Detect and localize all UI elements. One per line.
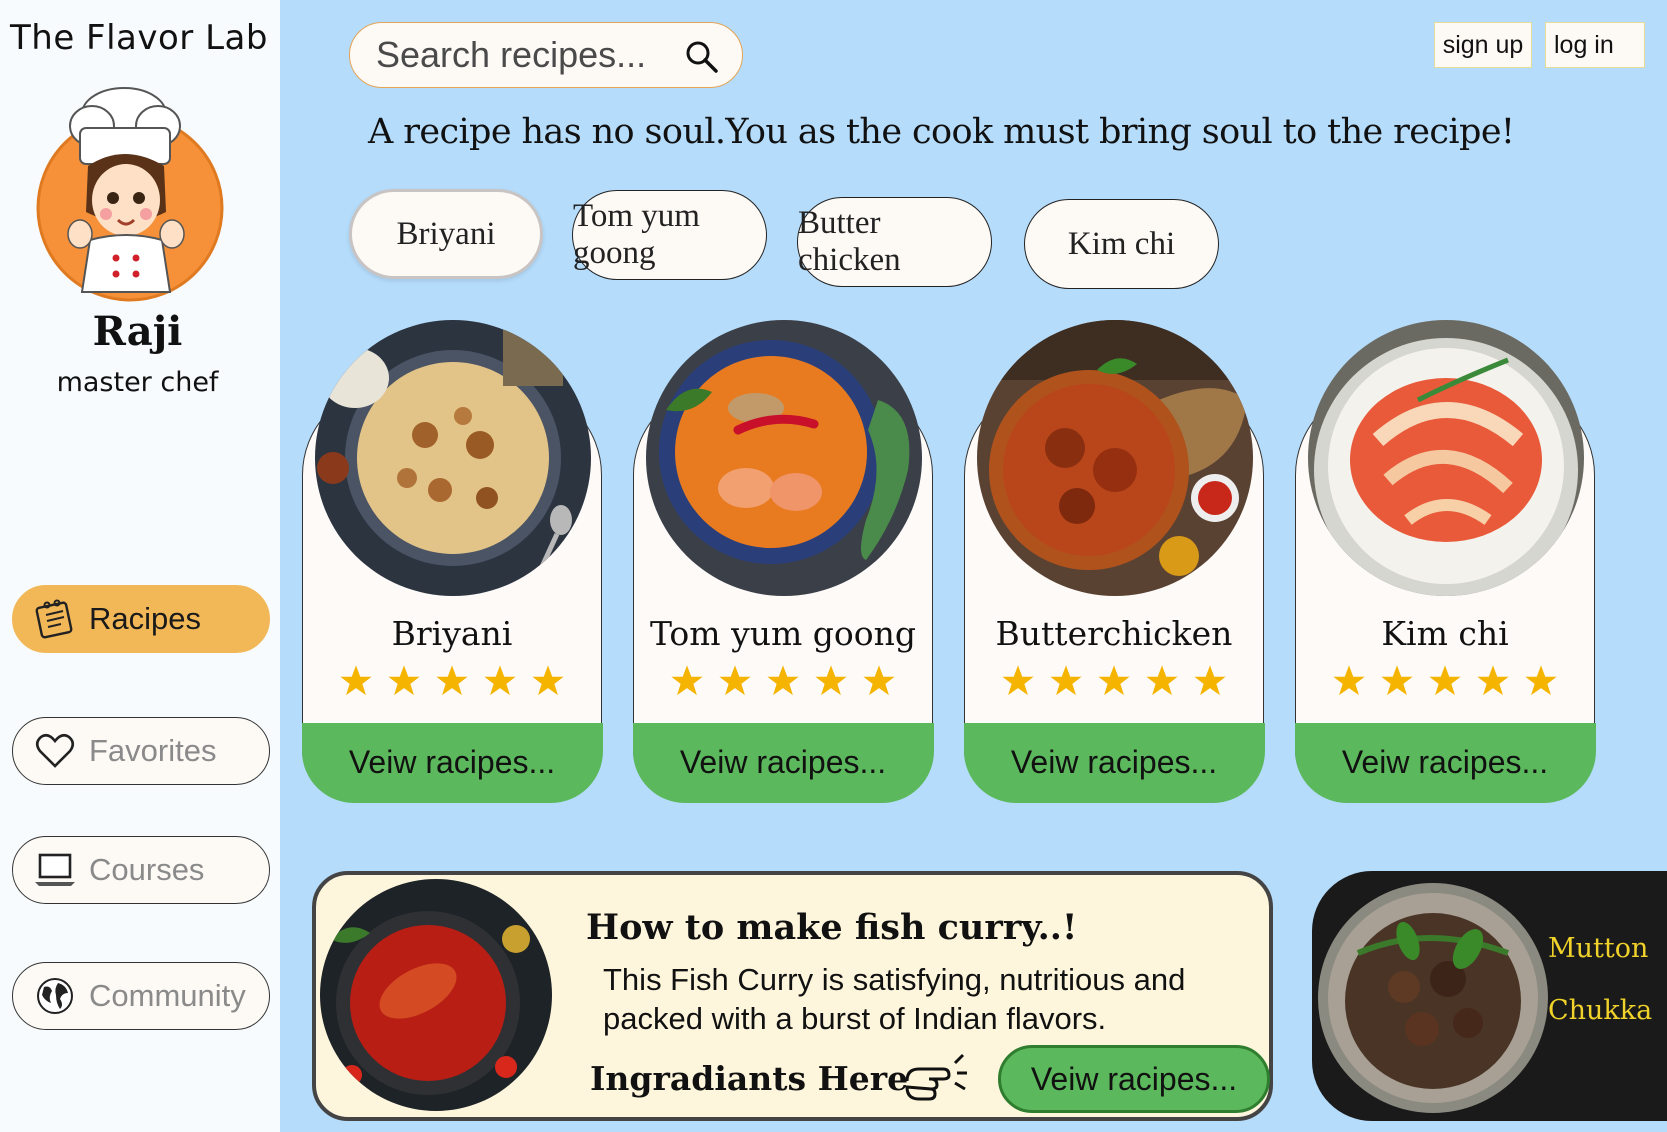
feature-description: This Fish Curry is satisfying, nutritiou…	[603, 962, 1186, 1036]
search-input[interactable]	[376, 34, 676, 76]
view-recipes-button[interactable]: Veiw racipes...	[301, 722, 603, 803]
nav-community[interactable]: Community	[12, 962, 270, 1030]
star-icon	[767, 665, 799, 696]
signup-button[interactable]: sign up	[1434, 22, 1532, 68]
mutton-chukka-photo	[1318, 883, 1548, 1113]
rating-stars	[634, 664, 932, 698]
star-icon	[1002, 665, 1034, 696]
pointing-hand-icon	[905, 1053, 967, 1101]
chip-briyani[interactable]: Briyani	[349, 189, 543, 279]
star-icon	[1050, 665, 1082, 696]
recipe-card-briyani[interactable]: Briyani Veiw racipes...	[301, 320, 603, 803]
star-icon	[863, 665, 895, 696]
ingredients-link[interactable]: Ingradiants Here	[590, 1059, 908, 1098]
star-icon	[671, 665, 703, 696]
star-icon	[340, 665, 372, 696]
user-name: Raji	[92, 308, 183, 355]
card-title: Kim chi	[1381, 614, 1509, 653]
briyani-photo	[315, 320, 591, 596]
rating-stars	[1296, 664, 1594, 698]
promo-title-line1: Mutton	[1548, 933, 1649, 964]
recipe-card-tom-yum-goong[interactable]: Tom yum goong Veiw racipes...	[632, 320, 934, 803]
recipe-card-butterchicken[interactable]: Butterchicken Veiw racipes...	[963, 320, 1265, 803]
quote-text: A recipe has no soul.You as the cook mus…	[368, 112, 1515, 152]
star-icon	[1098, 665, 1130, 696]
globe-icon	[33, 974, 77, 1018]
nav-courses[interactable]: Courses	[12, 836, 270, 904]
view-recipes-button[interactable]: Veiw racipes...	[1294, 722, 1596, 803]
tom-yum-goong-photo	[646, 320, 922, 596]
login-button[interactable]: log in	[1545, 22, 1645, 68]
butterchicken-photo	[977, 320, 1253, 596]
star-icon	[1333, 665, 1365, 696]
star-icon	[1194, 665, 1226, 696]
search-icon[interactable]	[684, 39, 720, 80]
view-recipes-button[interactable]: Veiw racipes...	[963, 722, 1265, 803]
star-icon	[1429, 665, 1461, 696]
nav-courses-label: Courses	[89, 852, 205, 887]
chef-avatar	[36, 87, 224, 302]
star-icon	[719, 665, 751, 696]
star-icon	[1381, 665, 1413, 696]
card-title: Briyani	[391, 614, 513, 653]
rating-stars	[303, 664, 601, 698]
star-icon	[532, 665, 564, 696]
laptop-icon	[33, 848, 77, 892]
nav-favorites-label: Favorites	[89, 733, 217, 768]
app-title: The Flavor Lab	[10, 18, 268, 58]
chip-tom-yum-goong[interactable]: Tom yum goong	[572, 190, 767, 280]
nav-community-label: Community	[89, 978, 246, 1013]
sidebar: The Flavor Lab Raji master chef Racipes	[0, 0, 280, 1132]
card-title: Tom yum goong	[649, 614, 916, 653]
chip-butter-chicken[interactable]: Butter chicken	[797, 197, 992, 287]
rating-stars	[965, 664, 1263, 698]
kim-chi-photo	[1308, 320, 1584, 596]
promo-card[interactable]: Mutton Chukka	[1312, 871, 1667, 1121]
star-icon	[1525, 665, 1557, 696]
star-icon	[484, 665, 516, 696]
heart-icon	[33, 729, 77, 773]
recipes-icon	[33, 597, 77, 641]
star-icon	[436, 665, 468, 696]
nav-recipes-label: Racipes	[89, 601, 201, 636]
promo-title-line2: Chukka	[1548, 995, 1653, 1026]
feature-view-recipes-button[interactable]: Veiw racipes...	[998, 1045, 1270, 1113]
star-icon	[815, 665, 847, 696]
feature-title: How to make fish curry..!	[586, 907, 1078, 948]
card-title: Butterchicken	[995, 614, 1233, 653]
star-icon	[1146, 665, 1178, 696]
search-bar[interactable]	[349, 22, 743, 88]
nav-recipes[interactable]: Racipes	[12, 585, 270, 653]
chip-kim-chi[interactable]: Kim chi	[1024, 199, 1219, 289]
nav-favorites[interactable]: Favorites	[12, 717, 270, 785]
star-icon	[388, 665, 420, 696]
view-recipes-button[interactable]: Veiw racipes...	[632, 722, 934, 803]
user-role: master chef	[56, 367, 219, 398]
featured-recipe: How to make fish curry..! This Fish Curr…	[312, 871, 1273, 1121]
star-icon	[1477, 665, 1509, 696]
fish-curry-photo	[320, 879, 552, 1111]
recipe-card-kim-chi[interactable]: Kim chi Veiw racipes...	[1294, 320, 1596, 803]
